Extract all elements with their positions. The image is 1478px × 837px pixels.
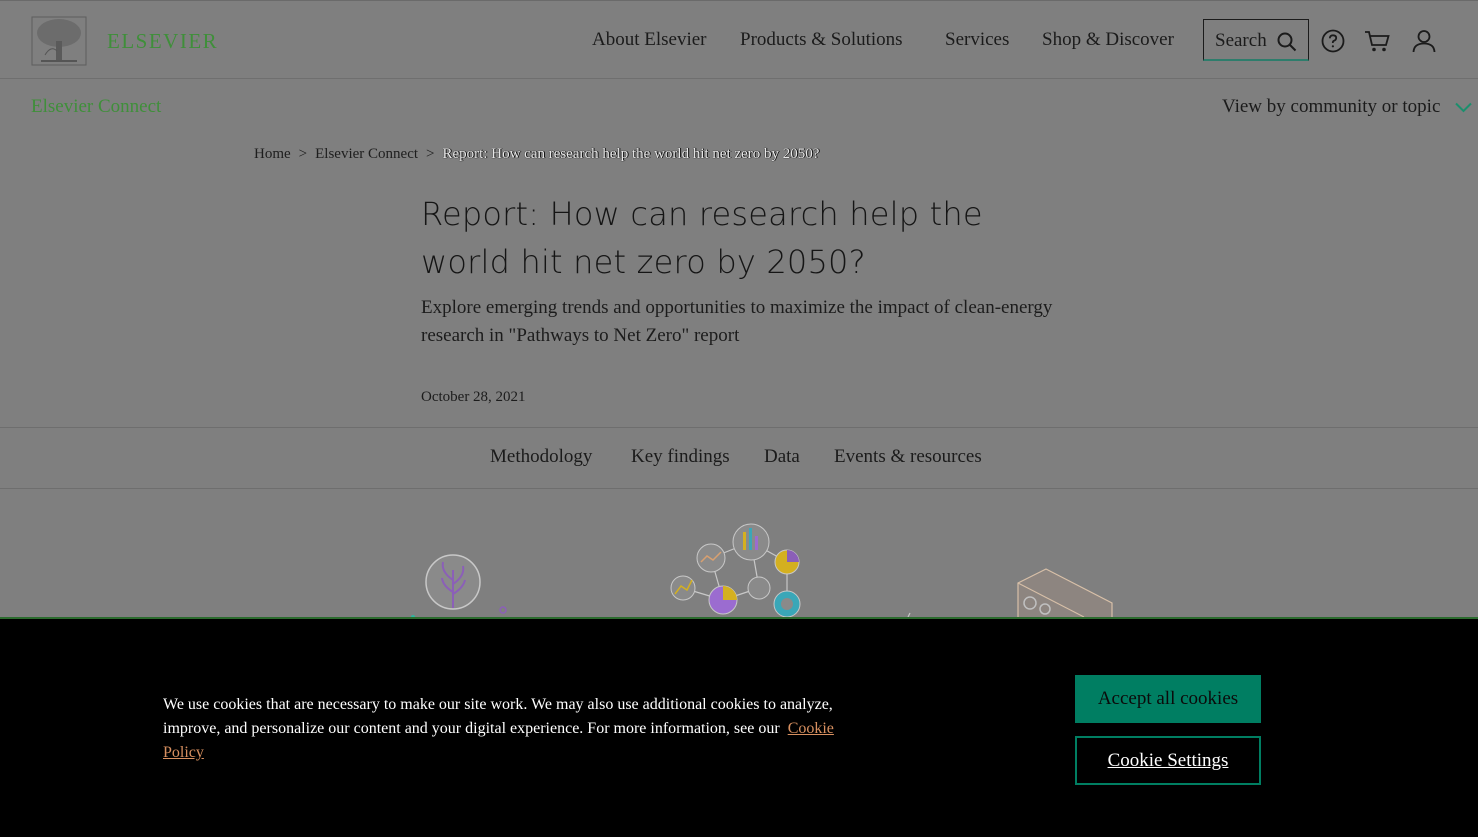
chevron-down-icon[interactable]	[1455, 102, 1472, 113]
help-icon[interactable]	[1321, 29, 1345, 53]
breadcrumb: Home > Elsevier Connect > Report: How can re…	[254, 146, 819, 163]
nav-about-elsevier[interactable]: About Elsevier	[592, 29, 707, 51]
breadcrumb-separator: >	[298, 146, 308, 162]
section-tabs: Methodology Key findings Data Events & r…	[0, 427, 1478, 489]
cookie-message-text: We use cookies that are necessary to mak…	[163, 696, 833, 737]
tab-key-findings[interactable]: Key findings	[631, 446, 730, 468]
tab-methodology[interactable]: Methodology	[490, 446, 592, 468]
lightbulb-plant-illustration	[411, 554, 507, 619]
server-box-illustration	[907, 568, 1113, 620]
breadcrumb-current: Report: How can research help the world …	[442, 146, 820, 162]
data-network-illustration	[670, 523, 801, 618]
elsevier-connect-link[interactable]: Elsevier Connect	[31, 96, 161, 118]
tab-data[interactable]: Data	[764, 446, 800, 468]
cart-icon[interactable]	[1364, 29, 1390, 53]
nav-products-solutions[interactable]: Products & Solutions	[740, 29, 903, 51]
search-label: Search	[1215, 30, 1267, 51]
nav-shop-discover[interactable]: Shop & Discover	[1042, 29, 1174, 51]
breadcrumb-separator: >	[426, 146, 435, 162]
tab-events-resources[interactable]: Events & resources	[834, 446, 982, 468]
breadcrumb-home[interactable]: Home	[254, 146, 291, 162]
view-by-community-dropdown[interactable]: View by community or topic	[1222, 96, 1440, 118]
site-header: ELSEVIER About Elsevier Products & Solut…	[0, 0, 1478, 79]
accept-all-cookies-button[interactable]: Accept all cookies	[1075, 675, 1261, 723]
cookie-banner: We use cookies that are necessary to mak…	[0, 617, 1478, 837]
user-icon[interactable]	[1412, 29, 1436, 53]
breadcrumb-elsevier-connect[interactable]: Elsevier Connect	[315, 146, 418, 162]
nav-services[interactable]: Services	[945, 29, 1009, 51]
elsevier-wordmark[interactable]: ELSEVIER	[107, 29, 218, 54]
publish-date: October 28, 2021	[421, 389, 526, 405]
page-subtitle: Explore emerging trends and opportunitie…	[421, 297, 1053, 346]
search-icon	[1277, 32, 1297, 52]
search-button[interactable]: Search	[1203, 19, 1309, 61]
page-title: Report: How can research help the world …	[421, 195, 983, 281]
elsevier-tree-logo[interactable]	[31, 15, 87, 67]
cookie-settings-button[interactable]: Cookie Settings	[1075, 736, 1261, 785]
cookie-message: We use cookies that are necessary to mak…	[163, 693, 863, 765]
